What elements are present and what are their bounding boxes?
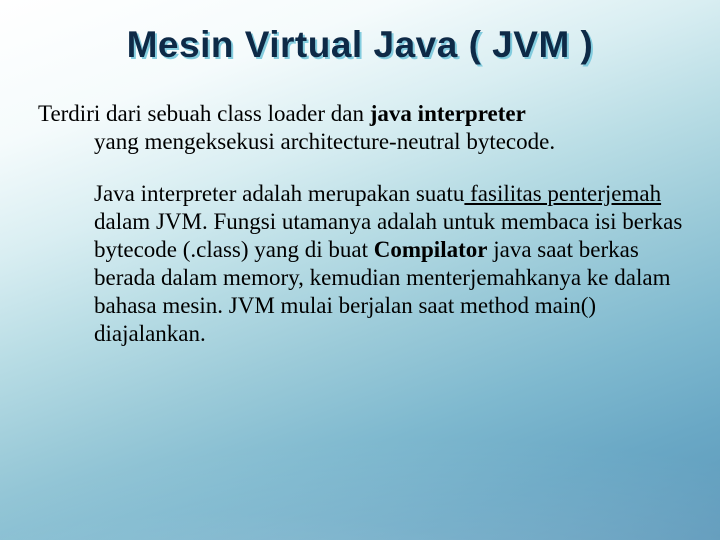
paragraph-1: Terdiri dari sebuah class loader dan jav… [38,100,684,156]
slide-body: Terdiri dari sebuah class loader dan jav… [36,100,684,348]
slide: Mesin Virtual Java ( JVM ) Terdiri dari … [0,0,720,540]
para2-bold: Compilator [374,237,488,262]
slide-title: Mesin Virtual Java ( JVM ) [36,24,684,66]
paragraph-2: Java interpreter adalah merupakan suatu … [38,180,684,348]
para1-bold-text: java interpreter [370,101,526,126]
para2-underline: fasilitas penterjemah [464,181,661,206]
para1-line1: Terdiri dari sebuah class loader dan jav… [38,100,684,128]
para2-text-a: Java interpreter adalah merupakan suatu [94,181,464,206]
para1-indent-text: yang mengeksekusi architecture-neutral b… [38,128,684,156]
para1-lead-text: Terdiri dari sebuah class loader dan [38,101,370,126]
